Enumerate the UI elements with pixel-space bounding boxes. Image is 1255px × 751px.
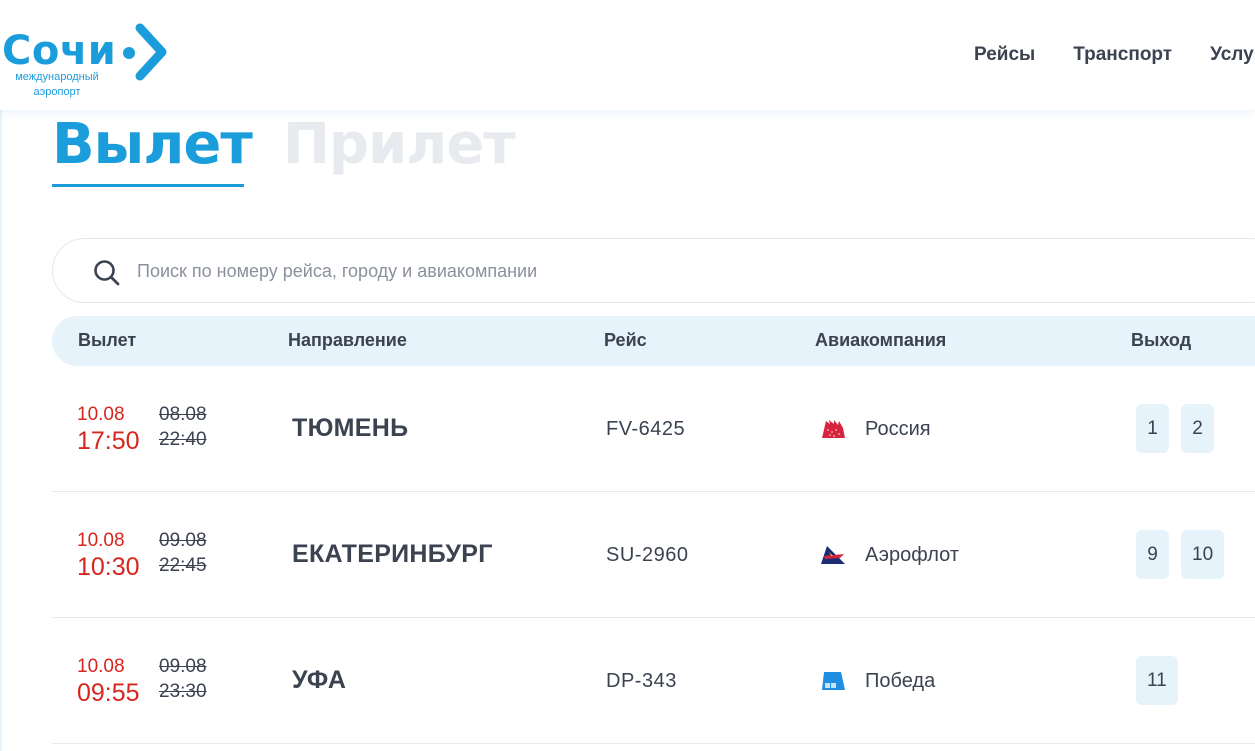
nav-item-flights[interactable]: Рейсы — [974, 44, 1035, 66]
table-row[interactable]: 10.08 10:30 09.08 22:45 ЕКАТЕРИНБУРГ SU-… — [52, 492, 1255, 618]
column-header-flight: Рейс — [604, 330, 647, 350]
main-nav: Рейсы Транспорт Услуги — [974, 44, 1255, 66]
new-time: 09:55 — [77, 679, 140, 707]
search-icon — [94, 260, 120, 286]
old-time: 22:45 — [159, 555, 207, 576]
aeroflot-logo-icon — [821, 546, 845, 564]
gate-badge[interactable]: 1 — [1136, 404, 1169, 453]
site-header: Сочи международный аэропорт Рейсы Трансп… — [0, 0, 1255, 110]
search-input[interactable] — [137, 255, 1037, 287]
gate-badge[interactable]: 10 — [1181, 530, 1225, 579]
logo-arrow-icon — [123, 23, 167, 81]
flight-number: DP-343 — [606, 670, 677, 692]
new-date: 10.08 — [77, 404, 125, 425]
gate-list: 1 2 — [1136, 404, 1214, 453]
column-header-airline: Авиакомпания — [815, 330, 947, 350]
active-tab-underline — [52, 184, 244, 187]
airline-name: Победа — [865, 670, 936, 692]
table-header: Вылет Направление Рейс Авиакомпания Выхо… — [52, 316, 1255, 366]
old-date: 09.08 — [159, 530, 207, 551]
new-date: 10.08 — [77, 656, 125, 677]
logo-title: Сочи — [2, 28, 117, 74]
airline-name: Аэрофлот — [865, 544, 959, 566]
left-edge-divider — [0, 110, 2, 751]
old-date: 08.08 — [159, 404, 207, 425]
destination: ТЮМЕНЬ — [292, 414, 409, 442]
gate-list: 9 10 — [1136, 530, 1225, 579]
flight-number: SU-2960 — [606, 544, 689, 566]
airport-logo[interactable]: Сочи международный аэропорт — [0, 20, 175, 102]
table-row[interactable]: 10.08 17:50 08.08 22:40 ТЮМЕНЬ FV-6425 Р… — [52, 366, 1255, 492]
column-header-departure: Вылет — [78, 330, 137, 350]
flight-search-box[interactable] — [52, 238, 1255, 303]
column-header-gate: Выход — [1131, 330, 1192, 350]
gate-badge[interactable]: 9 — [1136, 530, 1169, 579]
logo-subtitle: международный аэропорт — [2, 70, 112, 100]
table-row[interactable]: 10.08 09:55 09.08 23:30 УФА DP-343 Побед… — [52, 618, 1255, 744]
old-date: 09.08 — [159, 656, 207, 677]
old-time: 22:40 — [159, 429, 207, 450]
logo-subtitle-line1: международный — [15, 71, 99, 83]
airline-name: Россия — [865, 418, 931, 440]
nav-item-transport[interactable]: Транспорт — [1073, 44, 1172, 66]
destination: ЕКАТЕРИНБУРГ — [292, 540, 493, 568]
new-time: 17:50 — [77, 427, 140, 455]
rossiya-logo-icon — [822, 420, 845, 438]
pobeda-logo-icon — [822, 672, 845, 690]
destination: УФА — [292, 666, 347, 694]
new-date: 10.08 — [77, 530, 125, 551]
gate-badge[interactable]: 11 — [1136, 656, 1178, 705]
nav-item-services[interactable]: Услуги — [1210, 44, 1255, 66]
gate-badge[interactable]: 2 — [1181, 404, 1214, 453]
flight-number: FV-6425 — [606, 418, 686, 440]
new-time: 10:30 — [77, 553, 140, 581]
tab-departures[interactable]: Вылет — [52, 112, 253, 177]
logo-subtitle-line2: аэропорт — [33, 86, 81, 98]
column-header-destination: Направление — [288, 330, 407, 350]
tab-arrivals[interactable]: Прилет — [283, 112, 516, 177]
old-time: 23:30 — [159, 681, 207, 702]
flight-board-page: Сочи международный аэропорт Рейсы Трансп… — [0, 0, 1255, 751]
gate-list: 11 — [1136, 656, 1178, 705]
